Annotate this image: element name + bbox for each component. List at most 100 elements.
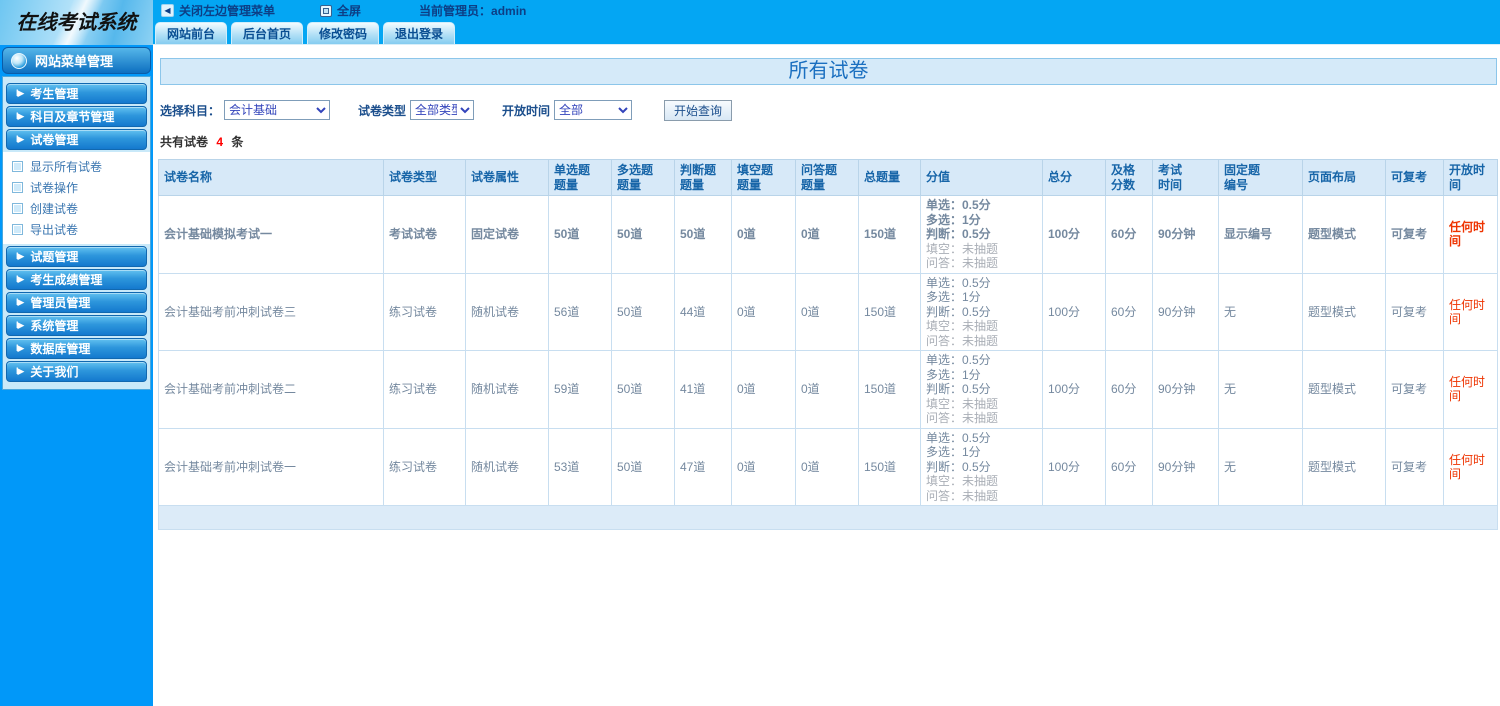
sidebar-subitem-1[interactable]: 试卷操作: [3, 177, 150, 198]
subject-filter-label: 选择科目：: [160, 103, 221, 118]
sidebar-item-3[interactable]: I▶ 试题管理: [6, 246, 147, 267]
cell-name: 会计基础考前冲刺试卷一: [158, 427, 384, 506]
score-line: 问答：未抽题: [926, 488, 999, 503]
cell-qa: 0道: [795, 350, 859, 429]
table-row: 会计基础考前冲刺试卷一 练习试卷 随机试卷 53道 50道 47道 0道 0道 150道 单选：0…: [158, 427, 1498, 506]
cell-judge: 41道: [674, 350, 732, 429]
cell-single: 59道: [548, 350, 612, 429]
cell-type: 练习试卷: [383, 272, 466, 351]
cell-exam-time: 90分钟: [1152, 350, 1219, 429]
sidebar-subitem-2[interactable]: 创建试卷: [3, 198, 150, 219]
cell-multi: 50道: [611, 427, 675, 506]
column-header-14: 页面布局: [1302, 159, 1386, 196]
score-line: 判断：0.5分: [926, 227, 991, 241]
play-icon: I▶: [16, 343, 24, 353]
score-line: 单选：0.5分: [926, 275, 991, 290]
papers-table: 试卷名称 试卷类型 试卷属性 单选题 题量 多选题 题量 判断题 题量 填空题 题量 问答题 …: [158, 159, 1498, 530]
cell-judge: 50道: [674, 195, 732, 274]
score-line: 判断：0.5分: [926, 382, 991, 396]
list-square-icon: [12, 203, 23, 214]
cell-fixed-no: 无: [1218, 272, 1303, 351]
sidebar-item-label: 关于我们: [30, 365, 79, 379]
time-filter-label: 开放时间: [502, 103, 551, 118]
query-button[interactable]: 开始查询: [664, 99, 733, 121]
cell-total-q: 150道: [858, 350, 921, 429]
score-line: 多选：1分: [926, 290, 981, 304]
cell-open-time: 任何时间: [1443, 350, 1498, 429]
sidebar-item-8[interactable]: I▶ 关于我们: [6, 361, 147, 382]
top-tab-2[interactable]: 修改密码: [307, 22, 380, 44]
sidebar-item-4[interactable]: I▶ 考生成绩管理: [6, 269, 147, 290]
sidebar-subitem-0[interactable]: 显示所有试卷: [3, 156, 150, 177]
fullscreen-button[interactable]: 全屏: [320, 2, 361, 19]
cell-exam-time: 90分钟: [1152, 427, 1219, 506]
cell-name: 会计基础模拟考试一: [158, 195, 384, 274]
cell-type: 练习试卷: [383, 427, 466, 506]
column-header-2: 试卷属性: [465, 159, 549, 196]
top-tab-3[interactable]: 退出登录: [383, 22, 456, 44]
cell-single: 56道: [548, 272, 612, 351]
cell-attr: 随机试卷: [465, 272, 549, 351]
sidebar-item-0[interactable]: I▶ 考生管理: [6, 83, 147, 104]
sidebar-item-5[interactable]: I▶ 管理员管理: [6, 292, 147, 313]
sidebar-item-label: 科目及章节管理: [30, 110, 115, 124]
score-line: 填空：未抽题: [926, 474, 999, 488]
cell-pass-score: 60分: [1105, 272, 1153, 351]
sidebar-item-1[interactable]: I▶ 科目及章节管理: [6, 106, 147, 127]
column-header-0: 试卷名称: [158, 159, 384, 196]
cell-type: 练习试卷: [383, 350, 466, 429]
open-time-select[interactable]: 全部: [554, 100, 633, 120]
score-line: 填空：未抽题: [926, 396, 999, 411]
cell-attr: 随机试卷: [465, 427, 549, 506]
cell-page-layout: 题型模式: [1302, 427, 1386, 506]
score-line: 问答：未抽题: [926, 333, 999, 348]
list-square-icon: [12, 182, 23, 193]
sidebar-item-label: 系统管理: [30, 319, 79, 333]
column-header-1: 试卷类型: [383, 159, 466, 196]
score-line: 多选：1分: [926, 367, 981, 382]
column-header-8: 总题量: [858, 159, 921, 196]
cell-type: 考试试卷: [383, 195, 466, 274]
cell-open-time: 任何时间: [1443, 427, 1498, 506]
score-line: 问答：未抽题: [926, 256, 999, 270]
cell-total-score: 100分: [1042, 350, 1106, 429]
filter-bar: 选择科目： 会计基础 试卷类型 全部类型 开放时间 全部 开始查询: [160, 99, 1500, 121]
column-header-10: 总分: [1042, 159, 1106, 196]
cell-qa: 0道: [795, 195, 859, 274]
column-header-13: 固定题 编号: [1218, 159, 1303, 196]
cell-blank: 0道: [731, 195, 796, 274]
score-line: 单选：0.5分: [926, 198, 991, 212]
score-line: 单选：0.5分: [926, 430, 991, 445]
cell-total-score: 100分: [1042, 195, 1106, 274]
subject-select[interactable]: 会计基础: [224, 100, 331, 120]
sidebar-item-label: 数据库管理: [30, 342, 91, 356]
paper-type-select[interactable]: 全部类型: [410, 100, 475, 120]
top-tab-0[interactable]: 网站前台: [155, 22, 228, 44]
top-header-right: ◀ 关闭左边管理菜单 全屏 当前管理员：admin 网站前台 后台首页 修改密码 退出…: [153, 0, 1500, 44]
close-left-menu-button[interactable]: ◀ 关闭左边管理菜单: [161, 2, 275, 19]
cell-total-score: 100分: [1042, 272, 1106, 351]
top-tab-1[interactable]: 后台首页: [231, 22, 304, 44]
cell-score: 单选：0.5分 多选：1分 判断：0.5分 填空：未抽题 问答：未抽题: [920, 350, 1043, 429]
score-line: 多选：1分: [926, 212, 981, 227]
main-content: 所有试卷 选择科目： 会计基础 试卷类型 全部类型 开放时间 全部 开始查询 共…: [153, 45, 1500, 706]
cell-blank: 0道: [731, 272, 796, 351]
count-number: 4: [216, 135, 224, 149]
cell-fixed-no: 无: [1218, 350, 1303, 429]
app-window: 在线考试系统 ◀ 关闭左边管理菜单 全屏 当前管理员：admin 网站前台 后台首…: [0, 0, 1500, 706]
table-row: 会计基础模拟考试一 考试试卷 固定试卷 50道 50道 50道 0道 0道 150道 单选：0.5…: [158, 195, 1498, 274]
sidebar-item-7[interactable]: I▶ 数据库管理: [6, 338, 147, 359]
cell-total-q: 150道: [858, 427, 921, 506]
column-header-7: 问答题 题量: [795, 159, 859, 196]
sidebar-subitem-3[interactable]: 导出试卷: [3, 219, 150, 240]
cell-blank: 0道: [731, 427, 796, 506]
sidebar-item-6[interactable]: I▶ 系统管理: [6, 315, 147, 336]
cell-total-q: 150道: [858, 195, 921, 274]
column-header-4: 多选题 题量: [611, 159, 675, 196]
top-utility-row: ◀ 关闭左边管理菜单 全屏 当前管理员：admin: [153, 0, 1500, 22]
table-row: 会计基础考前冲刺试卷二 练习试卷 随机试卷 59道 50道 41道 0道 0道 150道 单选：0…: [158, 350, 1498, 429]
table-footer-row: [158, 505, 1498, 530]
table-footer: [158, 505, 1498, 530]
sidebar-item-2[interactable]: I▶ 试卷管理: [6, 129, 147, 150]
current-admin-label: 当前管理员：admin: [419, 4, 527, 19]
